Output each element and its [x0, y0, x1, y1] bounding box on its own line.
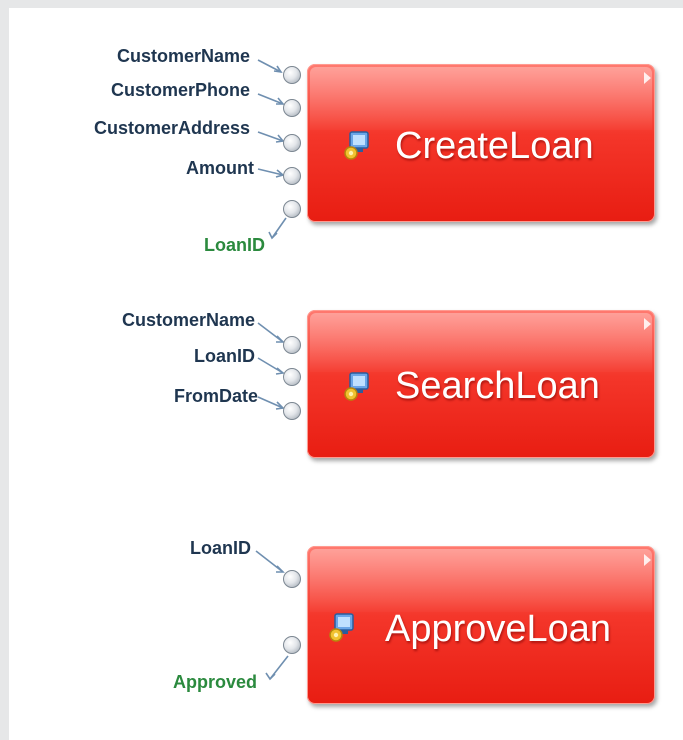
activity-block-createloan[interactable]: CreateLoan: [307, 64, 655, 222]
expand-arrow-icon[interactable]: [644, 72, 651, 84]
activity-monitor-gear-icon: [329, 613, 354, 642]
block-shine: [310, 313, 652, 373]
input-port[interactable]: [283, 368, 301, 386]
activity-title: SearchLoan: [395, 365, 600, 407]
input-label: LoanID: [194, 346, 255, 366]
activity-block-searchloan[interactable]: SearchLoan: [307, 310, 655, 458]
output-label: LoanID: [204, 235, 265, 255]
output-port[interactable]: [283, 200, 301, 218]
input-label: CustomerName: [121, 310, 255, 330]
input-label: CustomerPhone: [110, 80, 250, 100]
input-port[interactable]: [283, 336, 301, 354]
input-label: FromDate: [173, 386, 258, 406]
input-label: Amount: [186, 158, 254, 178]
expand-arrow-icon[interactable]: [644, 554, 651, 566]
input-port[interactable]: [283, 167, 301, 185]
activity-title: CreateLoan: [395, 125, 594, 167]
input-port[interactable]: [283, 570, 301, 588]
block-shine: [310, 67, 652, 131]
output-label: Approved: [172, 672, 257, 692]
activity-monitor-gear-icon: [344, 372, 369, 401]
output-port[interactable]: [283, 636, 301, 654]
input-label: LoanID: [190, 538, 251, 558]
input-port[interactable]: [283, 134, 301, 152]
input-port[interactable]: [283, 66, 301, 84]
activity-block-approveloan[interactable]: ApproveLoan: [307, 546, 655, 704]
activity-monitor-gear-icon: [344, 131, 369, 160]
activity-title: ApproveLoan: [385, 608, 612, 650]
input-label: CustomerAddress: [93, 118, 250, 138]
input-port[interactable]: [283, 99, 301, 117]
block-shine: [310, 549, 652, 613]
input-label: CustomerName: [116, 46, 250, 66]
expand-arrow-icon[interactable]: [644, 318, 651, 330]
input-port[interactable]: [283, 402, 301, 420]
